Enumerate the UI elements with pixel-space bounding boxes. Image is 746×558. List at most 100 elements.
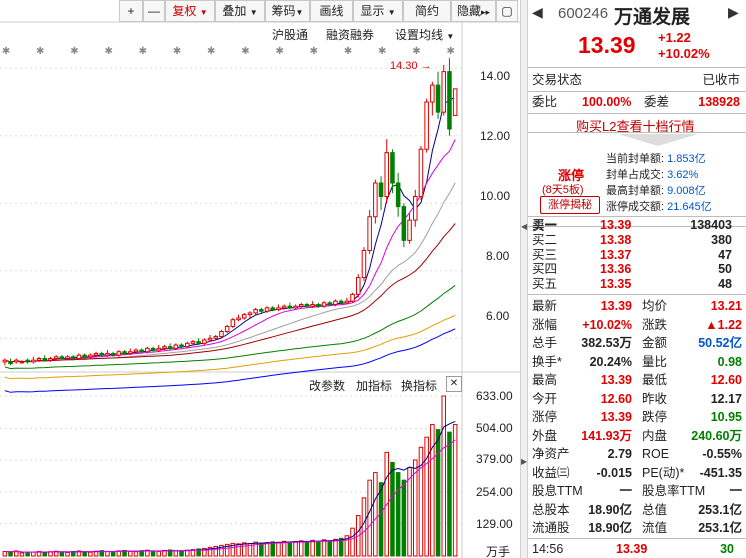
candle-body [190,341,196,344]
price-tick: 6.00 [486,309,510,323]
stat-value: 253.1亿 [698,502,742,517]
stat-row: 净资产 2.79 ROE -0.55% [532,445,742,464]
ma-settings-button[interactable]: 设置均线 ▼ [395,26,454,43]
chouma-button[interactable]: 筹码▼ [265,0,310,22]
xianshi-button[interactable]: 显示 ▼ [353,0,403,22]
stat-label: 涨跌 [642,317,668,332]
hugutong-link[interactable]: 沪股通 [272,26,308,43]
price-tick: 12.00 [480,129,511,143]
stat-value: 253.1亿 [698,521,742,535]
stat-value: 18.90亿 [588,502,632,517]
kline-chart[interactable]: ✱ ✱ ✱ ✱ ✱ ✱ ✱ ✱ ✱ ✱ ✱ ✱ ✱ ✱ [0,0,520,558]
huaxian-button[interactable]: 画线 [310,0,353,22]
switch-indicator-button[interactable]: 换指标 [401,377,437,394]
stat-value: 0.98 [717,354,742,369]
stat-value: 13.39 [600,410,632,424]
limit-up-board-count: (8天5板) [542,184,584,196]
volume-bar [361,497,367,557]
trade-status-label: 交易状态 [532,73,583,87]
weibi-row: 委比 100.00% 委差 138928 [532,93,740,111]
seal-value: 3.62% [667,169,699,181]
volume-bar [42,551,48,557]
volume-bar [373,472,378,557]
volume-bar [407,467,412,557]
volume-bar [441,395,447,557]
volume-bar [82,551,87,557]
stat-row: 换手* 20.24% 量比 0.98 [532,353,742,372]
candle-body [150,347,156,351]
volume-tick: 129.00 [476,517,513,531]
candle-body [316,304,321,307]
candle-body [407,219,412,241]
volume-bar [156,550,162,557]
seal-value: 1.853亿 [667,153,706,165]
collapse-triangle-icon[interactable] [618,134,698,146]
stat-label: 股息率TTM [642,484,706,498]
candle-body [435,84,441,113]
volume-bar [435,429,441,557]
volume-bar [281,540,287,557]
volume-bar [430,424,435,557]
volume-bar [19,552,25,557]
chouma-label: 筹码 [271,4,296,18]
volume-bar [321,539,327,557]
kline-chart-pane[interactable]: ✱ ✱ ✱ ✱ ✱ ✱ ✱ ✱ ✱ ✱ ✱ ✱ ✱ ✱ + — 复权 ▼ 叠加 ▼ 筹码▼ 画线 显示 ▼… [0,0,520,558]
quote-panel: ◀ 600246 万通发展 ▶ 13.39 +1.22 +10.02% 交易状态… [528,0,746,558]
restore-button[interactable]: ▢ [496,0,518,22]
volume-bar [333,538,338,557]
stat-value: 12.60 [600,391,632,406]
tick-volume: 30 [720,542,734,556]
next-stock-icon[interactable]: ▶ [728,4,739,21]
divider [528,113,746,114]
candle-body [53,356,59,359]
volume-bar [88,551,93,557]
zoom-out-button[interactable]: — [143,0,165,22]
candle-body [93,352,99,356]
moving-average-line [4,96,456,363]
rongzi-link[interactable]: 融资融券 [326,26,374,43]
candle-body [361,250,367,278]
buy-row: 买一 13.39 138403 [532,218,740,233]
dropdown-arrow-icon: ▼ [446,32,455,41]
yincang-button[interactable]: 隐藏▸▸ [451,0,496,22]
volume-bar [367,479,372,557]
candle-body [412,196,418,221]
buy-price: 13.39 [600,218,632,232]
zoom-in-button[interactable]: + [119,0,143,22]
stat-value: 18.90亿 [588,521,632,535]
quote-stats: 最新 13.39 均价 13.21 涨幅 +10.02% 涨跌 ▲1.22 总手 382.53万金… [532,297,742,538]
stat-label: 换手* [532,354,562,369]
volume-bar [110,551,116,557]
candle-body [156,347,162,351]
volume-bar [287,541,293,557]
volume-bar [59,551,65,557]
volume-bar [304,541,310,557]
stat-value: 一 [729,484,742,498]
buy-price: 13.36 [600,262,632,277]
close-icon[interactable]: ✕ [446,376,462,392]
fuquan-button[interactable]: 复权 ▼ [165,0,215,22]
stat-label: 涨停 [532,410,558,424]
candle-body [384,152,390,197]
pane-divider[interactable]: ◀ ▶ [520,0,528,558]
seal-row: 封单占成交: 3.62% [606,167,712,183]
diejia-button[interactable]: 叠加 ▼ [215,0,265,22]
candle-body [99,352,105,356]
event-marker-icon: ✱ [139,46,147,57]
candle-body [184,342,190,348]
candle-body [276,307,281,311]
volume-bar [2,550,8,557]
candle-body [395,182,401,208]
prev-stock-icon[interactable]: ◀ [532,4,543,21]
event-marker-icon: ✱ [446,46,454,57]
buy-label: 买四 [532,262,558,277]
jianyue-button[interactable]: 简约 [403,0,451,22]
limit-up-reveal-button[interactable]: 涨停揭秘 [540,196,600,214]
stock-name: 万通发展 [614,7,691,28]
stat-label: 最低 [642,373,668,387]
add-indicator-button[interactable]: 加指标 [356,377,392,394]
stat-label: 总手 [532,336,558,350]
price-change-pct: +10.02% [658,46,710,61]
volume-bar [327,540,333,557]
change-params-button[interactable]: 改参数 [309,377,345,394]
